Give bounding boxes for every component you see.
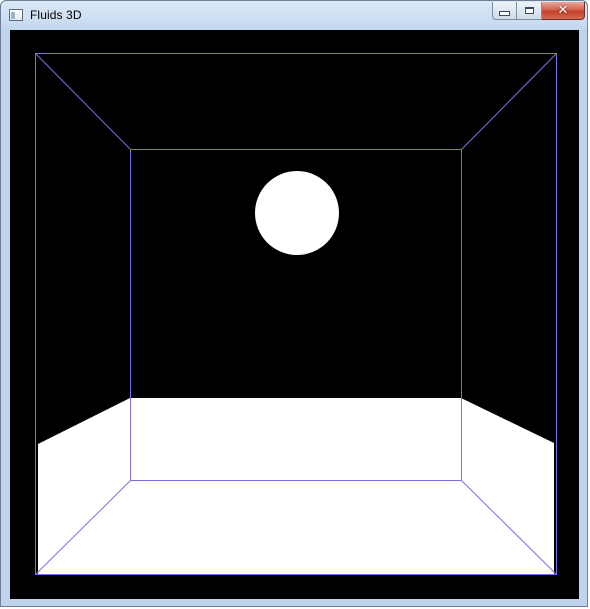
maximize-icon	[524, 7, 534, 14]
close-button[interactable]: ✕	[542, 2, 585, 20]
close-icon: ✕	[557, 3, 569, 18]
scene-canvas	[10, 30, 579, 599]
app-window: Fluids 3D ✕	[0, 0, 588, 607]
title-bar[interactable]: Fluids 3D ✕	[1, 1, 587, 29]
render-viewport[interactable]	[10, 30, 579, 599]
fluid-body	[38, 398, 554, 575]
fluid-droplet	[255, 171, 339, 255]
window-title: Fluids 3D	[30, 8, 82, 22]
maximize-button[interactable]	[517, 2, 542, 20]
minimize-button[interactable]	[492, 2, 517, 20]
app-window-icon[interactable]	[9, 9, 23, 21]
minimize-icon	[499, 11, 510, 16]
